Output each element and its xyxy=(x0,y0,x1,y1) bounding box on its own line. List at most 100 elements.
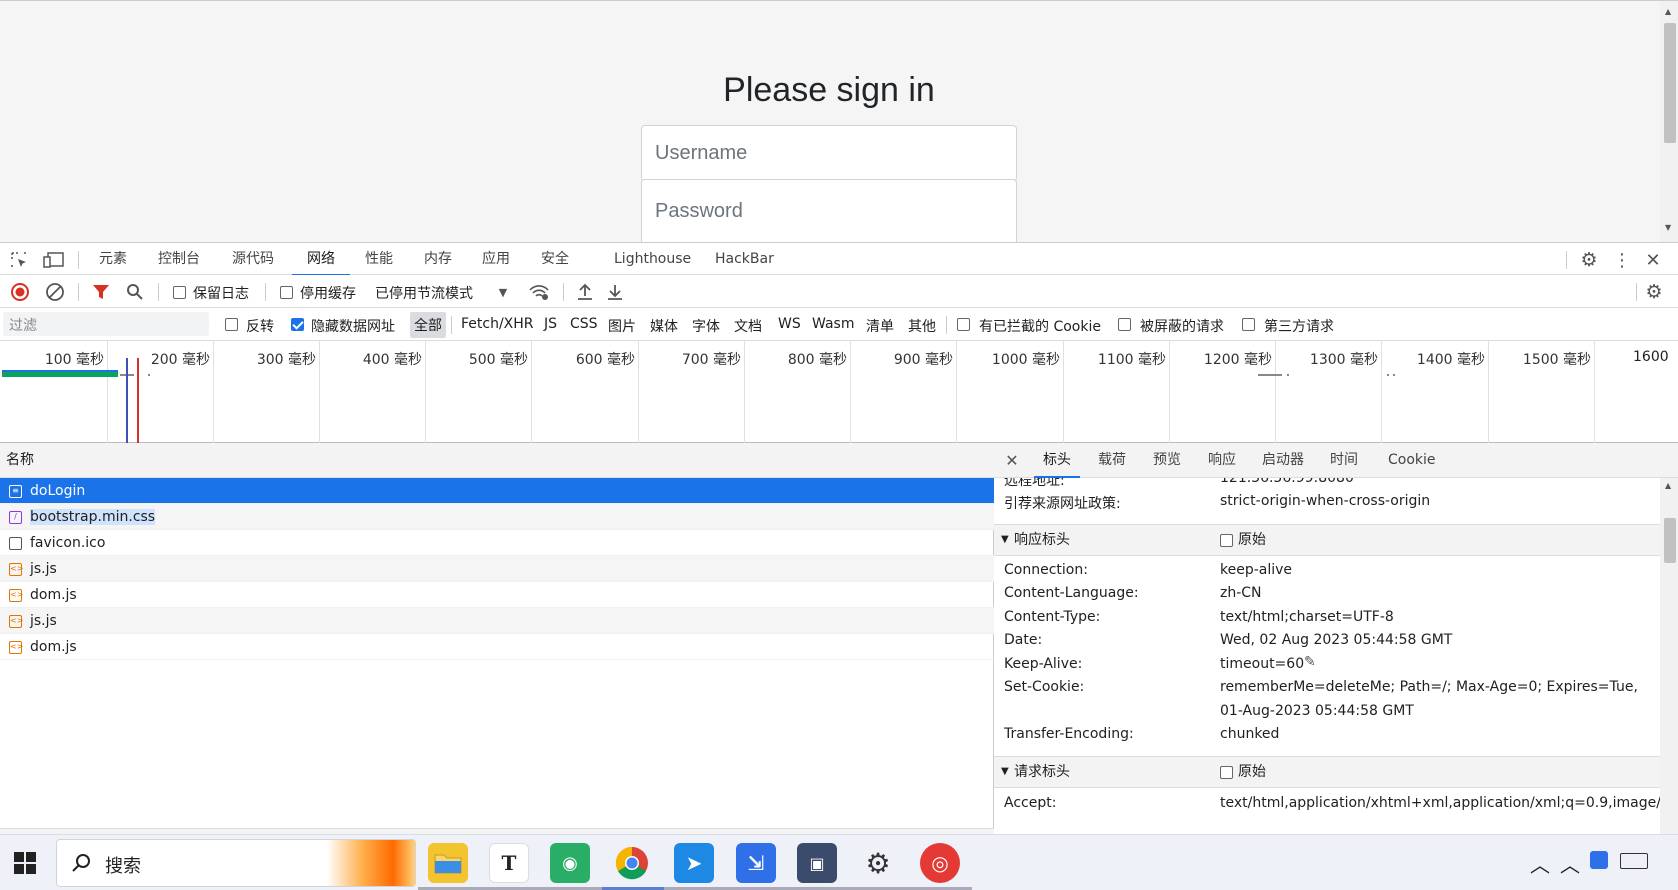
netease-music-icon[interactable]: ◎ xyxy=(920,843,960,883)
tick-label: 500 毫秒 xyxy=(468,352,528,368)
third-party-checkbox[interactable] xyxy=(1242,318,1255,331)
raw-checkbox[interactable] xyxy=(1220,766,1233,779)
hide-data-urls-checkbox[interactable] xyxy=(291,318,304,331)
import-har-icon[interactable] xyxy=(575,281,595,303)
name-column-header[interactable]: 名称 xyxy=(0,443,994,478)
tick-label: 300 毫秒 xyxy=(256,352,316,368)
filter-type-css[interactable]: CSS xyxy=(570,316,598,332)
settings-gear-icon[interactable]: ⚙ xyxy=(858,843,898,883)
other-file-icon xyxy=(9,537,22,550)
filter-type-all[interactable]: 全部 xyxy=(410,312,446,338)
username-input[interactable]: Username xyxy=(641,125,1017,182)
tab-lighthouse[interactable]: Lighthouse xyxy=(614,243,691,276)
tick-label: 100 毫秒 xyxy=(44,352,104,368)
close-details-icon[interactable]: ✕ xyxy=(1002,450,1022,470)
header-name: 远程地址: xyxy=(1004,478,1065,489)
request-list: 名称 ≡ doLogin / bootstrap.min.css favicon… xyxy=(0,443,994,828)
scroll-down-icon[interactable]: ▼ xyxy=(1665,223,1671,232)
scroll-up-icon[interactable]: ▲ xyxy=(1665,481,1671,490)
filter-input[interactable]: 过滤 xyxy=(3,312,209,336)
table-row[interactable]: <> js.js xyxy=(0,556,994,582)
tab-performance[interactable]: 性能 xyxy=(365,243,393,276)
scroll-up-icon[interactable]: ▲ xyxy=(1665,7,1671,16)
request-headers-section[interactable]: ▼ 请求标头 原始 xyxy=(994,756,1660,788)
disable-cache-checkbox[interactable] xyxy=(280,286,293,299)
table-row[interactable]: <> dom.js xyxy=(0,582,994,608)
tab-response[interactable]: 响应 xyxy=(1208,443,1236,478)
remote-desktop-icon[interactable]: ▣ xyxy=(797,843,837,883)
filter-funnel-icon[interactable] xyxy=(91,282,111,302)
header-name: Connection: xyxy=(1004,562,1088,578)
table-row[interactable]: / bootstrap.min.css xyxy=(0,504,994,530)
search-label: 搜索 xyxy=(105,856,141,877)
filter-type-doc[interactable]: 文档 xyxy=(734,316,762,336)
filter-type-ws[interactable]: WS xyxy=(778,316,801,332)
record-stop-icon[interactable] xyxy=(10,282,30,302)
password-input[interactable]: Password xyxy=(641,179,1017,243)
typora-icon[interactable]: T xyxy=(489,843,529,883)
table-row[interactable]: <> js.js xyxy=(0,608,994,634)
chrome-icon[interactable] xyxy=(612,843,652,883)
filter-type-fetch-xhr[interactable]: Fetch/XHR xyxy=(461,316,534,332)
table-row[interactable]: favicon.ico xyxy=(0,530,994,556)
filter-type-media[interactable]: 媒体 xyxy=(650,316,678,336)
settings-gear-icon[interactable]: ⚙ xyxy=(1578,249,1600,271)
tab-elements[interactable]: 元素 xyxy=(99,243,127,276)
dingtalk-icon[interactable]: ⇲ xyxy=(736,843,776,883)
blocked-cookies-checkbox[interactable] xyxy=(957,318,970,331)
more-options-icon[interactable]: ⋮ xyxy=(1612,249,1632,271)
tab-timing[interactable]: 时间 xyxy=(1330,443,1358,478)
invert-checkbox[interactable] xyxy=(225,318,238,331)
inspect-element-icon[interactable] xyxy=(8,249,30,271)
page-scrollbar[interactable]: ▲ ▼ xyxy=(1660,1,1678,243)
edit-pencil-icon[interactable]: ✎ xyxy=(1304,654,1316,670)
page-scroll-thumb[interactable] xyxy=(1664,23,1676,143)
network-overview-timeline[interactable]: 100 毫秒 200 毫秒 300 毫秒 400 毫秒 500 毫秒 600 毫… xyxy=(0,341,1678,443)
tab-sources[interactable]: 源代码 xyxy=(232,243,274,276)
filter-type-img[interactable]: 图片 xyxy=(608,316,636,336)
windows-start-icon[interactable] xyxy=(14,852,36,878)
raw-checkbox[interactable] xyxy=(1220,534,1233,547)
show-hidden-icons-icon[interactable]: ︿ xyxy=(1560,849,1580,878)
export-har-icon[interactable] xyxy=(605,281,625,303)
throttling-select[interactable]: 已停用节流模式 xyxy=(375,283,473,303)
table-row[interactable]: ≡ doLogin xyxy=(0,478,994,504)
preserve-log-checkbox[interactable] xyxy=(173,286,186,299)
details-scrollbar[interactable]: ▲ xyxy=(1660,478,1678,834)
search-icon[interactable] xyxy=(125,282,145,302)
tab-security[interactable]: 安全 xyxy=(541,243,569,276)
filter-type-font[interactable]: 字体 xyxy=(692,316,720,336)
tab-console[interactable]: 控制台 xyxy=(158,243,200,276)
filter-type-other[interactable]: 其他 xyxy=(908,316,936,336)
filter-type-wasm[interactable]: Wasm xyxy=(812,316,854,332)
keyboard-icon[interactable] xyxy=(1620,853,1648,869)
taskbar-search-box[interactable]: 搜索 xyxy=(56,839,416,887)
device-toolbar-icon[interactable] xyxy=(42,249,66,271)
tray-chevron-up-icon[interactable]: ︿ xyxy=(1530,849,1550,878)
table-row[interactable]: <> dom.js xyxy=(0,634,994,660)
feishu-icon[interactable]: ➤ xyxy=(674,843,714,883)
tab-headers[interactable]: 标头 xyxy=(1034,443,1080,478)
tray-dingtalk-icon[interactable] xyxy=(1590,851,1608,869)
tab-network[interactable]: 网络 xyxy=(292,243,350,276)
chevron-down-icon[interactable]: ▼ xyxy=(496,283,510,301)
blocked-requests-checkbox[interactable] xyxy=(1118,318,1131,331)
clear-icon[interactable] xyxy=(45,282,65,302)
network-settings-gear-icon[interactable]: ⚙ xyxy=(1642,281,1666,303)
filter-type-js[interactable]: JS xyxy=(544,316,557,332)
wechat-icon[interactable]: ◉ xyxy=(550,843,590,883)
tab-payload[interactable]: 载荷 xyxy=(1098,443,1126,478)
tab-hackbar[interactable]: HackBar xyxy=(715,243,774,276)
network-conditions-icon[interactable] xyxy=(528,281,550,303)
tab-initiator[interactable]: 启动器 xyxy=(1262,443,1304,478)
tab-application[interactable]: 应用 xyxy=(482,243,510,276)
tab-preview[interactable]: 预览 xyxy=(1153,443,1181,478)
response-headers-section[interactable]: ▼ 响应标头 原始 xyxy=(994,524,1660,556)
tab-cookies[interactable]: Cookie xyxy=(1388,443,1436,478)
tab-memory[interactable]: 内存 xyxy=(424,243,452,276)
filter-type-manifest[interactable]: 清单 xyxy=(866,316,894,336)
close-devtools-icon[interactable]: ✕ xyxy=(1642,249,1664,271)
raw-label: 原始 xyxy=(1238,532,1266,548)
file-explorer-icon[interactable] xyxy=(428,843,468,883)
details-scroll-thumb[interactable] xyxy=(1664,518,1676,563)
